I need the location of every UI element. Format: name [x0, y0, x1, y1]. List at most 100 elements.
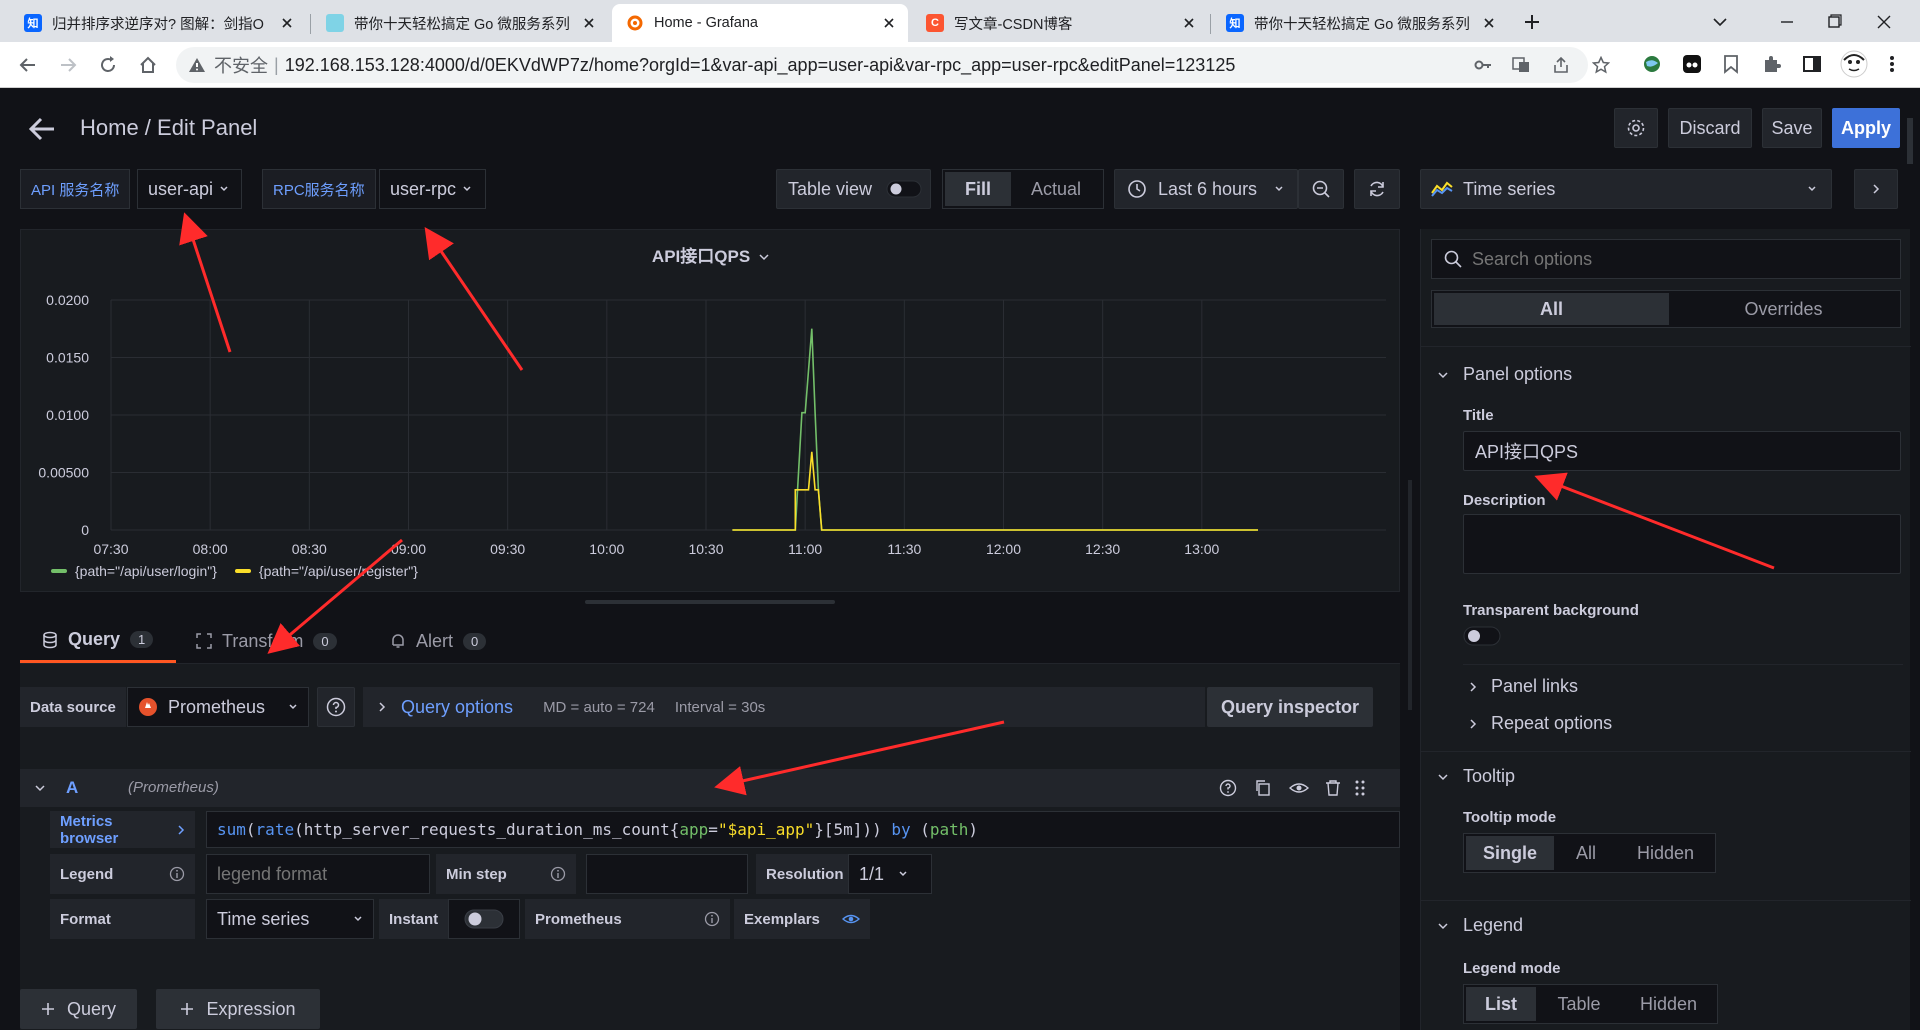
- share-icon[interactable]: [1552, 56, 1570, 74]
- trash-icon[interactable]: [1325, 779, 1341, 797]
- search-options-input[interactable]: [1472, 248, 1872, 270]
- query-inspector-button[interactable]: Query inspector: [1207, 687, 1373, 727]
- time-series-chart[interactable]: 0 0.00500 0.0100 0.0150 0.0200 07:30 08:00 08:3…: [21, 230, 1401, 570]
- tab-overrides[interactable]: Overrides: [1669, 293, 1898, 325]
- legend-item[interactable]: {path="/api/user/login"}: [51, 563, 217, 579]
- metrics-browser-button[interactable]: Metrics browser: [50, 811, 195, 848]
- collapse-chevron-icon[interactable]: [34, 783, 46, 793]
- description-textarea[interactable]: [1463, 514, 1901, 574]
- extension-bw-icon[interactable]: [1682, 54, 1702, 74]
- back-arrow-icon[interactable]: [28, 116, 58, 142]
- translate-icon[interactable]: [1512, 56, 1530, 74]
- tab-alert[interactable]: Alert 0: [390, 619, 487, 663]
- browser-tab[interactable]: 知 带你十天轻松搞定 Go 微服务系列: [1212, 4, 1508, 42]
- info-circle-icon[interactable]: [550, 866, 566, 882]
- api-app-variable-select[interactable]: user-api: [137, 169, 242, 209]
- discard-button[interactable]: Discard: [1668, 108, 1752, 148]
- tooltip-mode-single[interactable]: Single: [1466, 836, 1554, 870]
- info-circle-icon[interactable]: [169, 866, 185, 882]
- window-close-icon[interactable]: [1872, 10, 1896, 34]
- tab-transform[interactable]: Transform 0: [196, 619, 337, 663]
- tab-close-icon[interactable]: [580, 14, 598, 32]
- warning-triangle-icon[interactable]: [188, 56, 206, 74]
- key-icon[interactable]: [1474, 56, 1492, 74]
- tab-query[interactable]: Query 1: [20, 619, 176, 663]
- table-view-switch[interactable]: [886, 180, 922, 198]
- legend-format-input[interactable]: [206, 854, 430, 894]
- browser-tab[interactable]: 知 归并排序求逆序对? 图解：剑指O: [10, 4, 306, 42]
- save-button[interactable]: Save: [1762, 108, 1822, 148]
- refresh-button[interactable]: [1354, 169, 1400, 209]
- help-circle-icon[interactable]: [1219, 779, 1237, 797]
- browser-tab[interactable]: 带你十天轻松搞定 Go 微服务系列: [312, 4, 608, 42]
- legend-item[interactable]: {path="/api/user/register"}: [234, 563, 418, 579]
- url-omnibox[interactable]: 不安全 | 192.168.153.128:4000/d/0EKVdWP7z/h…: [176, 47, 1588, 83]
- legend-header[interactable]: Legend: [1437, 915, 1523, 936]
- data-source-help-button[interactable]: [317, 687, 355, 727]
- tab-search-chevron-icon[interactable]: [1708, 10, 1732, 34]
- forward-icon[interactable]: [56, 53, 80, 77]
- exemplars-toggle[interactable]: Exemplars: [734, 899, 870, 939]
- tooltip-mode-hidden[interactable]: Hidden: [1618, 836, 1713, 870]
- profile-avatar[interactable]: [1840, 50, 1868, 78]
- panel-links-header[interactable]: Panel links: [1469, 676, 1578, 697]
- browser-tab[interactable]: C 写文章-CSDN博客: [912, 4, 1208, 42]
- tab-close-icon[interactable]: [1180, 14, 1198, 32]
- query-ref-id[interactable]: A: [66, 778, 78, 798]
- rpc-app-variable-select[interactable]: user-rpc: [379, 169, 486, 209]
- data-source-picker[interactable]: Prometheus: [127, 687, 309, 727]
- panel-options-header[interactable]: Panel options: [1437, 364, 1572, 385]
- panel-resize-handle[interactable]: [585, 600, 835, 604]
- reload-icon[interactable]: [96, 53, 120, 77]
- tooltip-mode-all[interactable]: All: [1554, 836, 1618, 870]
- side-panel-icon[interactable]: [1802, 54, 1822, 74]
- format-select[interactable]: Time series: [206, 899, 374, 939]
- drag-handle-icon[interactable]: [1354, 779, 1366, 797]
- minimize-icon[interactable]: [1775, 10, 1799, 34]
- actual-option[interactable]: Actual: [1011, 172, 1101, 206]
- extension-globe-icon[interactable]: [1642, 54, 1662, 74]
- apply-button[interactable]: Apply: [1832, 108, 1900, 148]
- info-circle-icon[interactable]: [704, 911, 720, 927]
- browser-tab-active[interactable]: Home - Grafana: [612, 4, 908, 42]
- table-view-toggle[interactable]: Table view: [776, 169, 931, 209]
- eye-icon[interactable]: [1289, 779, 1309, 797]
- time-range-picker[interactable]: Last 6 hours: [1114, 169, 1298, 209]
- panel-title-input[interactable]: [1463, 431, 1901, 471]
- tab-close-icon[interactable]: [278, 14, 296, 32]
- legend-mode-list[interactable]: List: [1466, 987, 1536, 1021]
- search-options-box[interactable]: [1431, 239, 1901, 279]
- legend-mode-hidden[interactable]: Hidden: [1622, 987, 1715, 1021]
- tab-all[interactable]: All: [1434, 293, 1669, 325]
- page-scrollbar[interactable]: [1907, 118, 1913, 164]
- tooltip-header[interactable]: Tooltip: [1437, 766, 1515, 787]
- maximize-icon[interactable]: [1822, 10, 1846, 34]
- home-icon[interactable]: [136, 53, 160, 77]
- collapse-options-button[interactable]: [1854, 169, 1898, 209]
- legend-mode-table[interactable]: Table: [1536, 987, 1622, 1021]
- add-query-button[interactable]: Query: [20, 989, 137, 1029]
- add-expression-button[interactable]: Expression: [156, 989, 320, 1029]
- repeat-options-header[interactable]: Repeat options: [1469, 713, 1612, 734]
- split-scrollbar[interactable]: [1408, 480, 1412, 710]
- resolution-select[interactable]: 1/1: [848, 854, 932, 894]
- query-options-bar[interactable]: Query options MD = auto = 724 Interval =…: [363, 687, 1205, 727]
- zoom-out-button[interactable]: [1298, 169, 1344, 209]
- new-tab-icon[interactable]: [1520, 10, 1544, 34]
- browser-menu-icon[interactable]: [1888, 54, 1896, 74]
- tab-close-icon[interactable]: [1480, 14, 1498, 32]
- promql-expression-input[interactable]: sum(rate (http_server_requests_duration_m…: [206, 811, 1400, 848]
- transparent-background-switch[interactable]: [1463, 626, 1501, 646]
- duplicate-icon[interactable]: [1254, 779, 1272, 797]
- bookmark-icon[interactable]: [1722, 54, 1740, 74]
- tab-close-icon[interactable]: [880, 14, 898, 32]
- settings-button[interactable]: [1614, 108, 1658, 148]
- query-row-header[interactable]: A (Prometheus): [20, 769, 1400, 807]
- bookmark-star-icon[interactable]: [1592, 56, 1610, 74]
- instant-switch[interactable]: [464, 909, 504, 929]
- fill-option[interactable]: Fill: [945, 172, 1011, 206]
- min-step-input[interactable]: [586, 854, 748, 894]
- visualization-picker[interactable]: Time series: [1420, 169, 1832, 209]
- extensions-puzzle-icon[interactable]: [1762, 54, 1782, 74]
- back-icon[interactable]: [16, 53, 40, 77]
